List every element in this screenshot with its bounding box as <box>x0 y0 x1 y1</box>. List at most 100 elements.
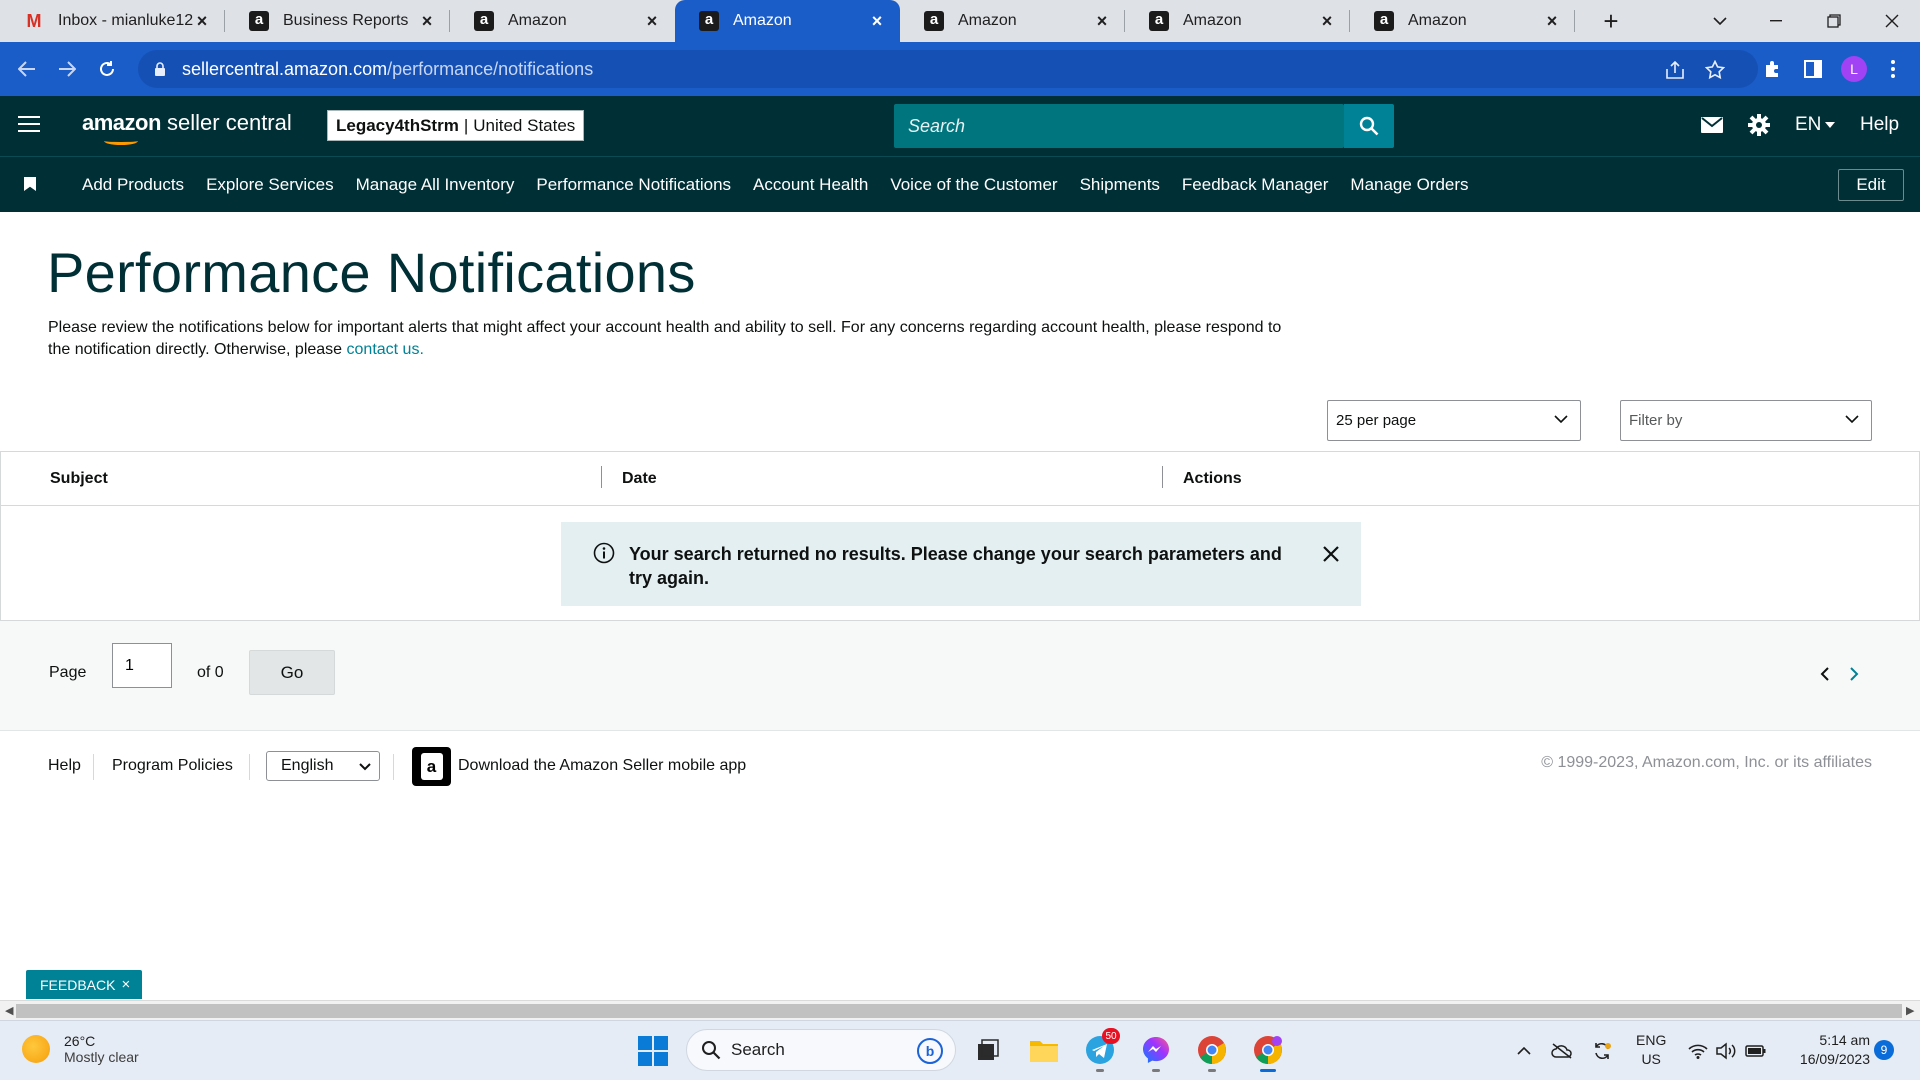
tab-search-button[interactable] <box>1692 0 1748 42</box>
footer-help-link[interactable]: Help <box>48 757 81 775</box>
footer-language-select[interactable]: English <box>266 751 380 781</box>
notification-badge[interactable]: 9 <box>1874 1040 1894 1060</box>
close-window-button[interactable] <box>1864 0 1920 42</box>
more-menu-icon[interactable] <box>1878 54 1908 84</box>
tab-gmail-inbox[interactable]: M Inbox - mianluke1220 × <box>0 0 225 42</box>
search-input[interactable]: Search <box>894 104 1344 148</box>
hamburger-menu-icon[interactable] <box>18 116 40 134</box>
next-page-button[interactable] <box>1846 665 1862 683</box>
help-link[interactable]: Help <box>1860 114 1899 136</box>
tab-amazon-3[interactable]: a Amazon × <box>900 0 1125 42</box>
info-icon <box>593 542 615 564</box>
feedback-close-icon[interactable]: × <box>121 976 130 993</box>
per-page-select[interactable]: 25 per page <box>1327 400 1581 441</box>
input-language-indicator[interactable]: ENG US <box>1636 1031 1666 1069</box>
scroll-left-icon[interactable]: ◀ <box>5 1004 13 1017</box>
download-app-link[interactable]: Download the Amazon Seller mobile app <box>458 757 746 775</box>
volume-icon[interactable] <box>1714 1039 1738 1063</box>
tab-amazon-5[interactable]: a Amazon × <box>1350 0 1575 42</box>
page-number-input[interactable] <box>112 643 172 688</box>
extensions-icon[interactable] <box>1758 54 1788 84</box>
windows-start-icon[interactable] <box>638 1036 668 1066</box>
taskbar-search[interactable]: Search b <box>686 1029 956 1071</box>
nav-item-explore-services[interactable]: Explore Services <box>206 175 334 195</box>
account-switcher[interactable]: Legacy4thStrm | United States <box>327 110 585 141</box>
close-icon[interactable]: × <box>868 11 886 31</box>
contact-us-link[interactable]: contact us. <box>347 341 424 358</box>
nav-item-performance-notifications[interactable]: Performance Notifications <box>536 175 731 195</box>
close-icon[interactable]: × <box>643 11 661 31</box>
taskbar-clock[interactable]: 5:14 am 16/09/2023 <box>1786 1031 1870 1069</box>
feedback-button[interactable]: FEEDBACK × <box>26 970 142 999</box>
restore-button[interactable] <box>1806 0 1862 42</box>
horizontal-scrollbar[interactable]: ◀ ▶ <box>0 1000 1920 1020</box>
go-button[interactable]: Go <box>249 650 335 695</box>
share-icon[interactable] <box>1664 59 1686 81</box>
nav-item-feedback-manager[interactable]: Feedback Manager <box>1182 175 1328 195</box>
weather-temperature: 26°C <box>64 1033 96 1049</box>
nav-item-manage-all-inventory[interactable]: Manage All Inventory <box>356 175 515 195</box>
back-button[interactable] <box>12 54 42 84</box>
sync-icon[interactable] <box>1590 1039 1614 1063</box>
mail-icon[interactable] <box>1701 117 1723 133</box>
profile-avatar[interactable]: L <box>1841 56 1867 82</box>
file-explorer-icon[interactable] <box>1024 1030 1064 1070</box>
battery-icon[interactable] <box>1744 1039 1768 1063</box>
bookmark-icon[interactable] <box>24 177 36 191</box>
bing-icon[interactable]: b <box>917 1038 943 1064</box>
language-selector[interactable]: EN <box>1795 114 1836 136</box>
amazon-seller-app-icon[interactable]: a <box>412 747 451 786</box>
close-icon[interactable]: × <box>193 11 211 31</box>
footer-program-policies-link[interactable]: Program Policies <box>112 757 233 775</box>
bookmark-star-icon[interactable] <box>1704 59 1726 81</box>
description-text: Please review the notifications below fo… <box>48 319 1282 358</box>
nav-item-voice-of-the-customer[interactable]: Voice of the Customer <box>890 175 1057 195</box>
messenger-icon[interactable] <box>1136 1030 1176 1072</box>
close-icon[interactable]: × <box>1093 11 1111 31</box>
nav-item-add-products[interactable]: Add Products <box>82 175 184 195</box>
close-icon[interactable]: × <box>418 11 436 31</box>
column-header-date[interactable]: Date <box>622 470 657 488</box>
tab-business-reports[interactable]: a Business Reports × <box>225 0 450 42</box>
reload-button[interactable] <box>92 54 122 84</box>
chrome-icon[interactable] <box>1192 1030 1232 1072</box>
seller-central-logo[interactable]: amazon seller central <box>82 110 292 145</box>
forward-button[interactable] <box>52 54 82 84</box>
filter-select[interactable]: Filter by <box>1620 400 1872 441</box>
side-panel-icon[interactable] <box>1798 54 1828 84</box>
weather-widget[interactable]: 26°C Mostly clear <box>22 1033 139 1065</box>
tab-amazon-4[interactable]: a Amazon × <box>1125 0 1350 42</box>
previous-page-button[interactable] <box>1816 665 1832 683</box>
close-icon[interactable] <box>1321 544 1341 564</box>
footer-language-value: English <box>281 757 334 774</box>
new-tab-button[interactable]: + <box>1596 6 1626 36</box>
wifi-icon[interactable] <box>1686 1039 1710 1063</box>
column-header-subject[interactable]: Subject <box>50 470 108 488</box>
tab-amazon-active[interactable]: a Amazon × <box>675 0 900 42</box>
chrome-profile-icon[interactable] <box>1248 1030 1288 1072</box>
chevron-up-icon[interactable] <box>1512 1039 1536 1063</box>
close-icon[interactable]: × <box>1318 11 1336 31</box>
table-header: Subject Date Actions <box>1 452 1919 506</box>
task-view-icon[interactable] <box>968 1030 1008 1070</box>
scrollbar-thumb[interactable] <box>16 1004 1902 1018</box>
gmail-icon: M <box>26 10 42 31</box>
minimize-button[interactable] <box>1748 0 1804 42</box>
edit-bookmarks-button[interactable]: Edit <box>1838 169 1904 201</box>
onedrive-offline-icon[interactable] <box>1550 1039 1574 1063</box>
scroll-right-icon[interactable]: ▶ <box>1906 1004 1914 1017</box>
tab-amazon-1[interactable]: a Amazon × <box>450 0 675 42</box>
search-button[interactable] <box>1344 104 1394 148</box>
close-icon[interactable]: × <box>1543 11 1561 31</box>
address-bar[interactable]: sellercentral.amazon.com/performance/not… <box>138 50 1758 88</box>
page-title: Performance Notifications <box>47 241 696 304</box>
nav-item-account-health[interactable]: Account Health <box>753 175 868 195</box>
nav-item-shipments[interactable]: Shipments <box>1080 175 1160 195</box>
nav-item-manage-orders[interactable]: Manage Orders <box>1350 175 1468 195</box>
gear-icon[interactable] <box>1748 114 1770 136</box>
bookmark-nav-bar: Add Products Explore Services Manage All… <box>0 156 1920 212</box>
clock-date: 16/09/2023 <box>1799 1051 1870 1067</box>
telegram-icon[interactable]: 50 <box>1080 1028 1120 1072</box>
amazon-icon: a <box>1149 11 1169 31</box>
column-header-actions[interactable]: Actions <box>1183 470 1242 488</box>
